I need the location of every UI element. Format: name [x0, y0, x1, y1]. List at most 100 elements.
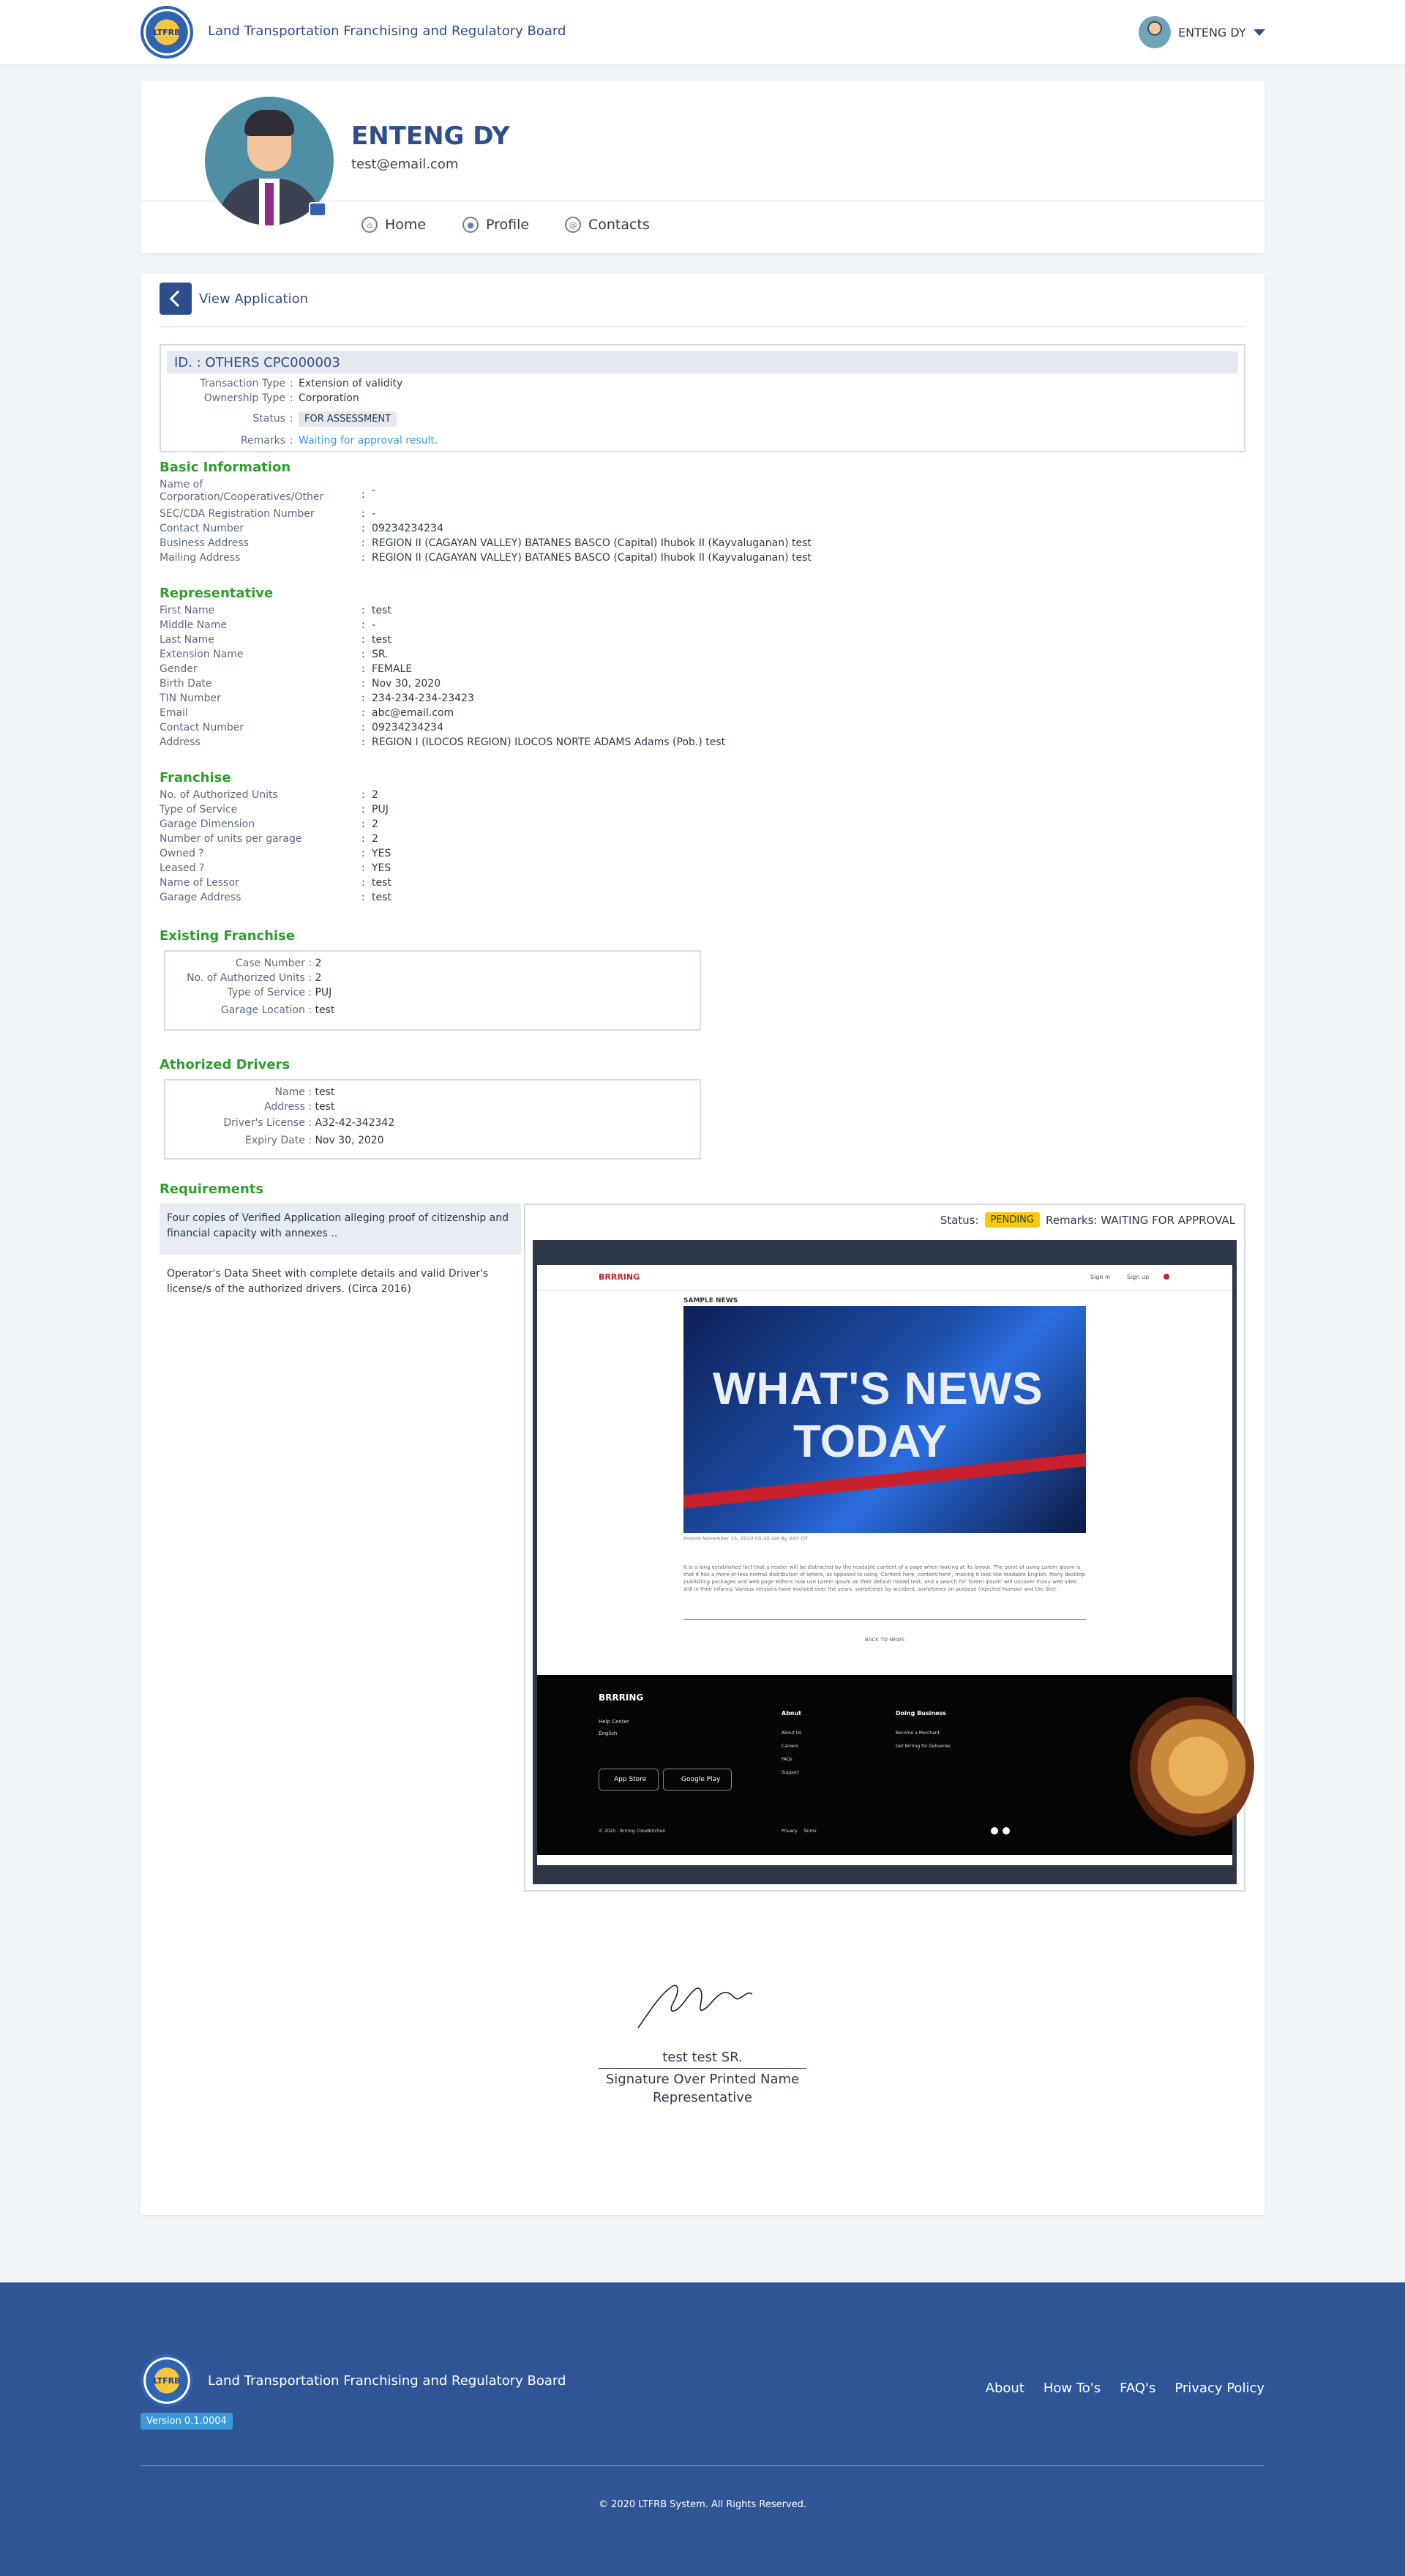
- user-icon: ●: [462, 217, 479, 233]
- info-row: Extension Name: SR.: [160, 649, 389, 660]
- info-row: Expiry Date : Nov 30, 2020: [244, 1135, 384, 1146]
- status-badge: PENDING: [984, 1212, 1040, 1228]
- contacts-icon: @: [565, 217, 581, 233]
- info-row: Type of Service : PUJ: [227, 987, 332, 998]
- preview-brand: BRRRING: [599, 1272, 640, 1282]
- info-row: First Name: test: [160, 605, 391, 616]
- version-badge: Version 0.1.0004: [140, 2413, 233, 2430]
- remarks-label: Remarks: [240, 435, 285, 447]
- footer-link-about[interactable]: About: [986, 2381, 1024, 2396]
- transaction-type-label: Transaction Type: [200, 378, 285, 389]
- chevron-left-icon: [169, 290, 187, 307]
- ownership-type-value: Corporation: [299, 392, 359, 404]
- info-row: Garage Address: test: [160, 892, 391, 903]
- info-row: Business Address: REGION II (CAGAYAN VALL…: [160, 537, 812, 549]
- section-title-requirements: Requirements: [160, 1181, 264, 1197]
- section-title-franchise: Franchise: [160, 770, 231, 785]
- divider: [140, 2465, 1264, 2466]
- footer-link-how-tos[interactable]: How To's: [1044, 2381, 1101, 2396]
- home-icon: ⌂: [361, 217, 378, 233]
- nav-profile[interactable]: ● Profile: [462, 217, 529, 233]
- section-title-representative: Representative: [160, 586, 274, 601]
- app-store-badge: App Store: [599, 1769, 659, 1791]
- info-row: Garage Dimension:2: [160, 818, 378, 830]
- application-card: View Application ID. : OTHERS CPC000003 …: [140, 274, 1264, 2215]
- top-navbar: LTFRB Land Transportation Franchising an…: [0, 0, 1405, 64]
- camera-icon[interactable]: [309, 202, 326, 217]
- info-row: Last Name: test: [160, 634, 391, 646]
- avatar: [1139, 16, 1171, 48]
- signature-image: [637, 1985, 753, 2028]
- drivers-box: Name : test Address : test Driver's Lice…: [164, 1079, 701, 1160]
- remarks-value: Waiting for approval result.: [299, 435, 438, 447]
- footer-agency-name: Land Transportation Franchising and Regu…: [208, 2373, 566, 2389]
- nav-contacts[interactable]: @ Contacts: [565, 217, 650, 233]
- application-id: ID. : OTHERS CPC000003: [167, 351, 1238, 373]
- info-row: Birth Date: Nov 30, 2020: [160, 678, 441, 690]
- info-row: Name : test: [274, 1086, 335, 1098]
- ltfrb-logo: LTFRB: [140, 2354, 193, 2407]
- user-menu[interactable]: ENTENG DY: [1139, 16, 1265, 48]
- user-name: ENTENG DY: [1178, 25, 1246, 40]
- footer-link-privacy[interactable]: Privacy Policy: [1174, 2381, 1264, 2396]
- requirement-viewer: Status: PENDING Remarks: WAITING FOR APP…: [524, 1203, 1254, 1892]
- requirement-item[interactable]: Operator's Data Sheet with complete deta…: [160, 1259, 521, 1310]
- signatory-name: test test SR.: [662, 2050, 743, 2065]
- application-summary: ID. : OTHERS CPC000003 Transaction Type …: [160, 344, 1245, 452]
- info-row: Leased ?: YES: [160, 862, 391, 874]
- divider: [160, 326, 1245, 327]
- info-row: Number of units per garage:2: [160, 833, 378, 845]
- info-row: Type of Service: PUJ: [160, 804, 389, 815]
- section-title-drivers: Athorized Drivers: [160, 1057, 291, 1072]
- info-row: Contact Number:09234234234: [160, 722, 443, 733]
- info-row: Owned ?: YES: [160, 848, 391, 859]
- footer-link-faqs[interactable]: FAQ's: [1120, 2381, 1155, 2396]
- site-footer: LTFRB Land Transportation Franchising an…: [0, 2282, 1405, 2576]
- signature-block: test test SR. Signature Over Printed Nam…: [596, 1957, 809, 2105]
- nav-home[interactable]: ⌂ Home: [361, 217, 426, 233]
- info-row: Name of Corporation/Cooperatives/Other: -: [160, 479, 376, 503]
- info-row: Driver's License : A32-42-342342: [223, 1117, 395, 1129]
- back-button[interactable]: [160, 283, 192, 315]
- status-label: Status: [252, 413, 285, 425]
- info-row: SEC/CDA Registration Number: -: [160, 508, 376, 520]
- preview-footer: BRRRING Help Center English About About …: [537, 1675, 1254, 1855]
- chevron-down-icon: [1253, 29, 1265, 36]
- ownership-type-label: Ownership Type: [203, 392, 285, 404]
- info-row: No. of Authorized Units:2: [160, 789, 378, 801]
- section-title-basic: Basic Information: [160, 460, 291, 475]
- info-row: Mailing Address: REGION II (CAGAYAN VALLE…: [160, 552, 812, 564]
- instagram-icon: [1003, 1827, 1010, 1834]
- footer-copyright: © 2020 LTFRB System. All Rights Reserved…: [598, 2499, 807, 2510]
- profile-email: test@email.com: [351, 157, 459, 172]
- info-row: TIN Number:234-234-234-23423: [160, 692, 474, 704]
- document-preview[interactable]: BRRRING Sign in Sign up SAMPLE NEWS WHAT…: [533, 1240, 1254, 1884]
- info-row: Address: REGION I (ILOCOS REGION) ILOCOS …: [160, 736, 726, 748]
- info-row: Case Number : 2: [235, 957, 322, 969]
- info-row: Name of Lessor: test: [160, 877, 391, 889]
- info-row: Garage Location : test: [220, 1004, 335, 1016]
- agency-name: Land Transportation Franchising and Regu…: [208, 23, 566, 39]
- info-row: Gender: FEMALE: [160, 663, 413, 675]
- page-title: View Application: [199, 291, 309, 307]
- profile-card: ENTENG DY test@email.com ⌂ Home ● Profil…: [140, 81, 1264, 253]
- section-title-existing-franchise: Existing Franchise: [160, 928, 296, 944]
- signatory-role: Representative: [652, 2090, 752, 2105]
- cart-icon: [1164, 1274, 1169, 1280]
- requirement-status: Status: PENDING Remarks: WAITING FOR APP…: [940, 1212, 1235, 1228]
- existing-franchise-box: Case Number : 2 No. of Authorized Units …: [164, 950, 701, 1031]
- preview-screenshot: BRRRING Sign in Sign up SAMPLE NEWS WHAT…: [537, 1265, 1254, 1865]
- facebook-icon: [991, 1827, 998, 1834]
- info-row: No. of Authorized Units : 2: [187, 972, 322, 984]
- news-image: WHAT'S NEWS TODAY: [683, 1306, 1086, 1533]
- transaction-type-value: Extension of validity: [299, 378, 403, 389]
- google-play-badge: Google Play: [663, 1769, 732, 1791]
- signature-caption: Signature Over Printed Name: [605, 2072, 800, 2087]
- profile-name: ENTENG DY: [351, 122, 510, 151]
- info-row: Address : test: [264, 1101, 335, 1113]
- info-row: Middle Name: -: [160, 619, 376, 631]
- requirement-item[interactable]: Four copies of Verified Application alle…: [160, 1203, 521, 1255]
- footer-links: About How To's FAQ's Privacy Policy: [986, 2381, 1264, 2396]
- status-badge: FOR ASSESSMENT: [299, 411, 397, 427]
- ltfrb-logo[interactable]: LTFRB: [140, 6, 193, 59]
